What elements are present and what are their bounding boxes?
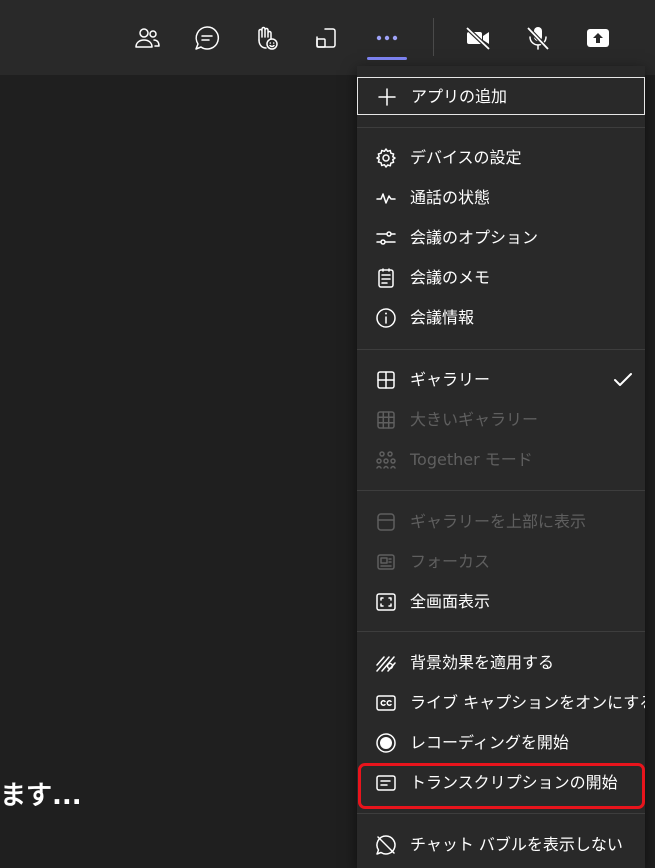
share-button[interactable] — [578, 18, 618, 58]
notes-icon — [375, 267, 397, 289]
rooms-button[interactable] — [306, 18, 346, 58]
menu-item-label: ライブ キャプションをオンにする — [410, 693, 645, 712]
menu-item-label: 大きいギャラリー — [410, 410, 539, 429]
menu-item-label: ギャラリーを上部に表示 — [410, 512, 587, 531]
focus-icon — [375, 551, 397, 573]
info-icon — [375, 307, 397, 329]
menu-item-fullscreen[interactable]: 全画面表示 — [357, 583, 645, 621]
pulse-icon — [375, 187, 397, 209]
menu-item-label: 会議のメモ — [410, 268, 491, 287]
more-actions-menu: アプリの追加 デバイスの設定 通話の状態 会議のオプション 会議のメモ 会議情報… — [357, 66, 645, 868]
menu-item-label: 会議情報 — [410, 308, 475, 327]
mic-button[interactable] — [518, 18, 558, 58]
more-button[interactable] — [367, 18, 407, 58]
camera-button[interactable] — [458, 18, 498, 58]
background-effects-icon — [375, 652, 397, 674]
menu-item-gallery[interactable]: ギャラリー — [357, 361, 645, 399]
reactions-button[interactable] — [246, 18, 286, 58]
menu-item-label: 会議のオプション — [410, 228, 539, 247]
people-icon — [135, 28, 160, 48]
menu-item-focus: フォーカス — [357, 543, 645, 581]
large-grid-icon — [375, 409, 397, 431]
menu-separator — [357, 490, 645, 491]
gear-icon — [375, 147, 397, 169]
plus-icon — [376, 86, 398, 108]
menu-item-meeting-options[interactable]: 会議のオプション — [357, 219, 645, 257]
menu-item-label: 背景効果を適用する — [410, 653, 555, 672]
cc-icon — [375, 692, 397, 714]
menu-item-together-mode: Together モード — [357, 441, 645, 479]
menu-item-label: Together モード — [410, 450, 533, 469]
share-screen-icon — [316, 28, 336, 48]
menu-item-label: ギャラリー — [410, 370, 491, 389]
more-icon — [376, 35, 398, 41]
menu-item-label: 全画面表示 — [410, 592, 491, 611]
raise-hand-icon — [258, 26, 278, 50]
fullscreen-icon — [375, 591, 397, 613]
menu-separator — [357, 127, 645, 128]
menu-item-meeting-info[interactable]: 会議情報 — [357, 299, 645, 337]
meeting-toolbar — [0, 0, 655, 75]
grid-icon — [375, 369, 397, 391]
menu-item-meeting-notes[interactable]: 会議のメモ — [357, 259, 645, 297]
menu-item-call-health[interactable]: 通話の状態 — [357, 179, 645, 217]
share-tray-icon — [587, 29, 609, 47]
toolbar-divider — [433, 18, 434, 56]
menu-item-label: チャット バブルを表示しない — [410, 835, 623, 854]
camera-off-icon — [465, 26, 491, 51]
menu-item-large-gallery: 大きいギャラリー — [357, 401, 645, 439]
menu-item-label: フォーカス — [410, 552, 491, 571]
more-button-active-indicator — [367, 57, 407, 60]
together-icon — [375, 449, 397, 471]
menu-item-live-captions[interactable]: ライブ キャプションをオンにする — [357, 684, 645, 722]
menu-item-label: 通話の状態 — [410, 188, 491, 207]
menu-separator — [357, 813, 645, 814]
menu-item-add-app[interactable]: アプリの追加 — [357, 77, 645, 115]
menu-item-label: レコーディングを開始 — [410, 733, 569, 752]
menu-item-start-recording[interactable]: レコーディングを開始 — [357, 724, 645, 762]
transcription-highlight-box — [358, 763, 645, 809]
record-icon — [375, 732, 397, 754]
menu-item-background-effects[interactable]: 背景効果を適用する — [357, 644, 645, 682]
meeting-status-text: ます... — [0, 781, 82, 811]
menu-item-gallery-at-top: ギャラリーを上部に表示 — [357, 503, 645, 541]
gallery-top-icon — [375, 511, 397, 533]
menu-separator — [357, 349, 645, 350]
participants-button[interactable] — [127, 18, 167, 58]
chat-button[interactable] — [187, 18, 227, 58]
menu-item-hide-chat-bubbles[interactable]: チャット バブルを表示しない — [357, 826, 645, 864]
menu-item-label: デバイスの設定 — [410, 148, 522, 167]
mic-off-icon — [526, 26, 550, 51]
sliders-icon — [375, 227, 397, 249]
checkmark-icon — [612, 369, 634, 391]
hide-chat-bubble-icon — [375, 834, 397, 856]
menu-separator — [357, 631, 645, 632]
chat-icon — [195, 26, 220, 50]
menu-item-device-settings[interactable]: デバイスの設定 — [357, 139, 645, 177]
menu-item-label: アプリの追加 — [411, 87, 508, 106]
